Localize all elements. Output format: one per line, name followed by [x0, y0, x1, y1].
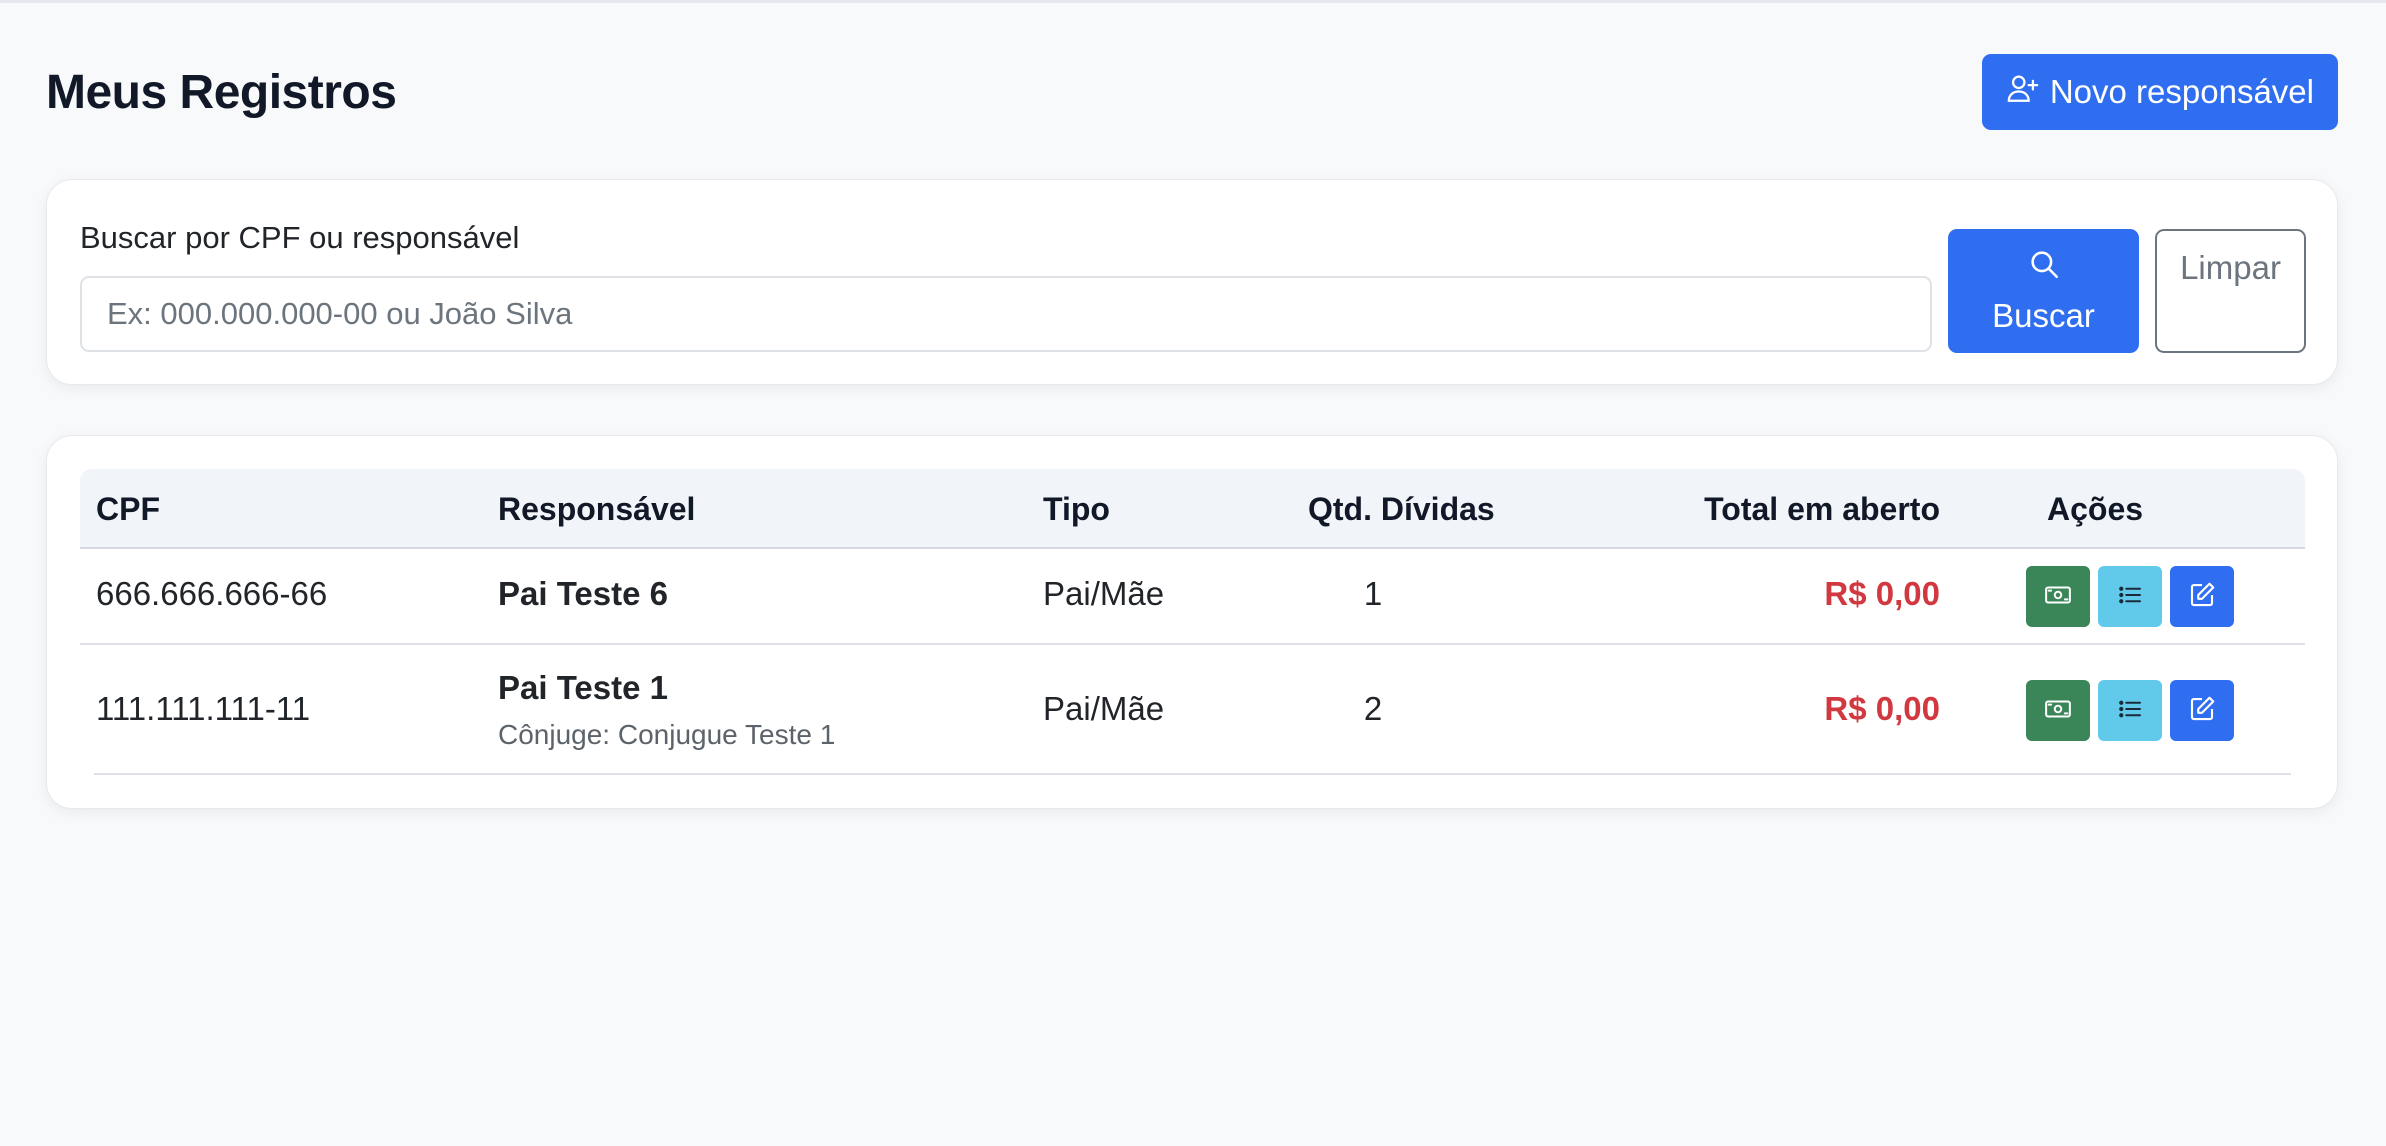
col-qtd-dividas: Qtd. Dívidas [1308, 491, 1495, 527]
clear-button[interactable]: Limpar [2155, 229, 2306, 353]
col-total-aberto: Total em aberto [1704, 491, 1940, 527]
edit-button[interactable] [2170, 566, 2234, 627]
cell-responsavel: Pai Teste 6 [498, 575, 668, 612]
col-cpf: CPF [96, 491, 160, 527]
new-responsible-label: Novo responsável [2049, 73, 2314, 110]
search-input[interactable] [80, 276, 1932, 352]
row-actions [2026, 566, 2234, 627]
cell-total-aberto: R$ 0,00 [1824, 575, 1940, 612]
table-row: 111.111.111-11 Pai Teste 1 Cônjuge: Conj… [94, 645, 2291, 775]
search-button[interactable]: Buscar [1948, 229, 2139, 353]
cell-conjuge: Cônjuge: Conjugue Teste 1 [498, 719, 836, 750]
cell-total-aberto: R$ 0,00 [1824, 690, 1940, 727]
page-header: Meus Registros Novo responsável [46, 53, 2338, 131]
cash-icon [2043, 694, 2073, 727]
registros-table-card: CPF Responsável Tipo Qtd. Dívidas Total … [46, 435, 2338, 809]
search-button-label: Buscar [1992, 297, 2095, 334]
cell-cpf: 111.111.111-11 [96, 690, 311, 727]
clear-button-label: Limpar [2180, 249, 2281, 286]
cell-tipo: Pai/Mãe [1043, 575, 1165, 612]
col-tipo: Tipo [1043, 491, 1110, 527]
cash-icon [2043, 580, 2073, 613]
list-icon [2115, 580, 2145, 613]
pay-button[interactable] [2026, 566, 2090, 627]
pay-button[interactable] [2026, 680, 2090, 741]
new-responsible-button[interactable]: Novo responsável [1981, 54, 2338, 130]
table-header: CPF Responsável Tipo Qtd. Dívidas Total … [80, 469, 2305, 549]
edit-button[interactable] [2170, 680, 2234, 741]
list-dividas-button[interactable] [2098, 566, 2162, 627]
list-icon [2115, 694, 2145, 727]
table-row: 666.666.666-66 Pai Teste 6 Pai/Mãe 1 R$ … [80, 549, 2305, 645]
cell-tipo: Pai/Mãe [1043, 690, 1165, 727]
search-icon [2027, 247, 2061, 289]
edit-icon [2187, 580, 2217, 613]
person-add-icon [2006, 71, 2040, 113]
list-dividas-button[interactable] [2098, 680, 2162, 741]
cell-cpf: 666.666.666-66 [96, 575, 328, 612]
row-actions [2026, 680, 2234, 741]
search-card: Buscar por CPF ou responsável Buscar Lim… [46, 179, 2338, 385]
cell-qtd-dividas: 2 [1363, 690, 1383, 727]
search-label: Buscar por CPF ou responsável [80, 220, 520, 255]
cell-qtd-dividas: 1 [1363, 575, 1383, 612]
page-title: Meus Registros [46, 65, 397, 119]
edit-icon [2187, 694, 2217, 727]
cell-responsavel: Pai Teste 1 [498, 669, 668, 706]
col-acoes: Ações [2047, 491, 2144, 527]
col-responsavel: Responsável [498, 491, 696, 527]
